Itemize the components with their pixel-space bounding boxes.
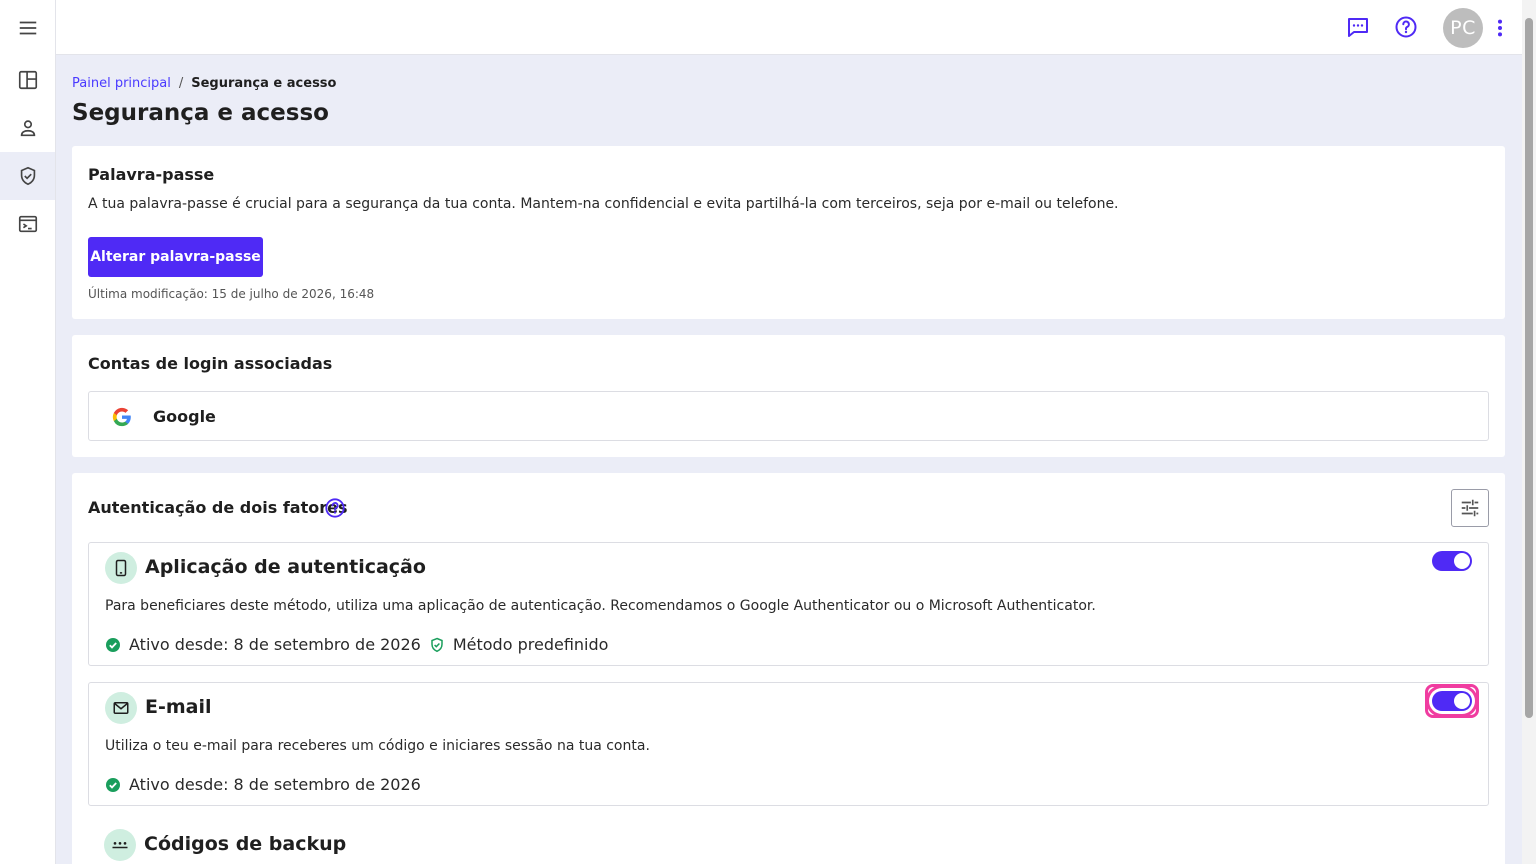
check-circle-icon bbox=[106, 777, 120, 792]
scrollbar-thumb[interactable] bbox=[1525, 18, 1533, 718]
top-bar: PC bbox=[56, 0, 1522, 55]
breadcrumb-current: Segurança e acesso bbox=[191, 76, 337, 91]
google-logo-icon bbox=[112, 407, 131, 427]
check-circle-icon bbox=[106, 637, 120, 652]
method-status: Ativo desde: 8 de setembro de 2026 Métod… bbox=[105, 635, 608, 654]
more-menu-button[interactable] bbox=[1492, 15, 1508, 41]
password-card: Palavra-passe A tua palavra-passe é cruc… bbox=[72, 146, 1505, 319]
nav-security[interactable] bbox=[0, 152, 55, 200]
two-factor-card: Autenticação de dois fatores Aplicação d… bbox=[72, 473, 1505, 864]
page-scrollbar[interactable] bbox=[1522, 0, 1536, 864]
method-status-text: Ativo desde: 8 de setembro de 2026 bbox=[129, 775, 421, 794]
method-description: Utiliza o teu e-mail para receberes um c… bbox=[105, 738, 650, 754]
page-title: Segurança e acesso bbox=[72, 100, 329, 126]
two-factor-settings-button[interactable] bbox=[1451, 489, 1489, 527]
password-last-modified: Última modificação: 15 de julho de 2026,… bbox=[88, 287, 375, 301]
breadcrumb-separator: / bbox=[178, 76, 184, 91]
shield-check-icon bbox=[431, 637, 443, 652]
method-icon-wrap bbox=[104, 829, 136, 861]
kebab-icon bbox=[1497, 19, 1503, 37]
method-status: Ativo desde: 8 de setembro de 2026 bbox=[105, 775, 421, 794]
help-circle-icon[interactable] bbox=[324, 497, 346, 519]
linked-account-google[interactable]: Google bbox=[88, 391, 1489, 441]
method-title: Códigos de backup bbox=[144, 833, 347, 855]
breadcrumb-home-link[interactable]: Painel principal bbox=[72, 76, 171, 91]
nav-profile[interactable] bbox=[0, 104, 55, 152]
nav-dashboard[interactable] bbox=[0, 56, 55, 104]
terminal-icon bbox=[18, 215, 37, 233]
method-icon-wrap bbox=[105, 552, 137, 584]
method-title: Aplicação de autenticação bbox=[145, 556, 426, 578]
help-circle-icon bbox=[1395, 16, 1417, 38]
mail-icon bbox=[113, 702, 129, 714]
person-icon bbox=[20, 120, 35, 137]
method-authenticator-app: Aplicação de autenticação Para beneficia… bbox=[88, 542, 1489, 666]
two-factor-title: Autenticação de dois fatores bbox=[88, 498, 348, 517]
method-icon-wrap bbox=[105, 692, 137, 724]
linked-account-name: Google bbox=[153, 407, 216, 426]
breadcrumb: Painel principal / Segurança e acesso bbox=[72, 76, 336, 91]
password-dots-icon bbox=[112, 842, 128, 849]
method-status-text: Ativo desde: 8 de setembro de 2026 bbox=[129, 635, 421, 654]
toggle-knob bbox=[1454, 553, 1470, 569]
feedback-button[interactable] bbox=[1345, 14, 1371, 40]
sliders-icon bbox=[1461, 499, 1479, 517]
chat-icon bbox=[1348, 18, 1368, 37]
shield-check-icon bbox=[20, 166, 35, 186]
smartphone-icon bbox=[115, 559, 127, 577]
authenticator-app-toggle[interactable] bbox=[1432, 551, 1472, 571]
toggle-knob bbox=[1454, 693, 1470, 709]
menu-icon bbox=[19, 21, 36, 35]
method-email: E-mail Utiliza o teu e-mail para receber… bbox=[88, 682, 1489, 806]
linked-accounts-title: Contas de login associadas bbox=[88, 354, 333, 373]
change-password-button[interactable]: Alterar palavra-passe bbox=[88, 237, 263, 277]
nav-terminal[interactable] bbox=[0, 200, 55, 248]
user-avatar[interactable]: PC bbox=[1443, 8, 1483, 48]
dashboard-icon bbox=[18, 70, 37, 90]
method-description: Para beneficiares deste método, utiliza … bbox=[105, 598, 1096, 614]
password-title: Palavra-passe bbox=[88, 165, 215, 184]
default-method-label: Método predefinido bbox=[452, 635, 609, 654]
help-button[interactable] bbox=[1393, 14, 1419, 40]
linked-accounts-card: Contas de login associadas Google bbox=[72, 335, 1505, 457]
nav-rail bbox=[0, 0, 56, 864]
email-toggle[interactable] bbox=[1425, 684, 1479, 718]
password-description: A tua palavra-passe é crucial para a seg… bbox=[88, 196, 1119, 212]
menu-button[interactable] bbox=[0, 4, 55, 52]
method-title: E-mail bbox=[145, 696, 212, 718]
